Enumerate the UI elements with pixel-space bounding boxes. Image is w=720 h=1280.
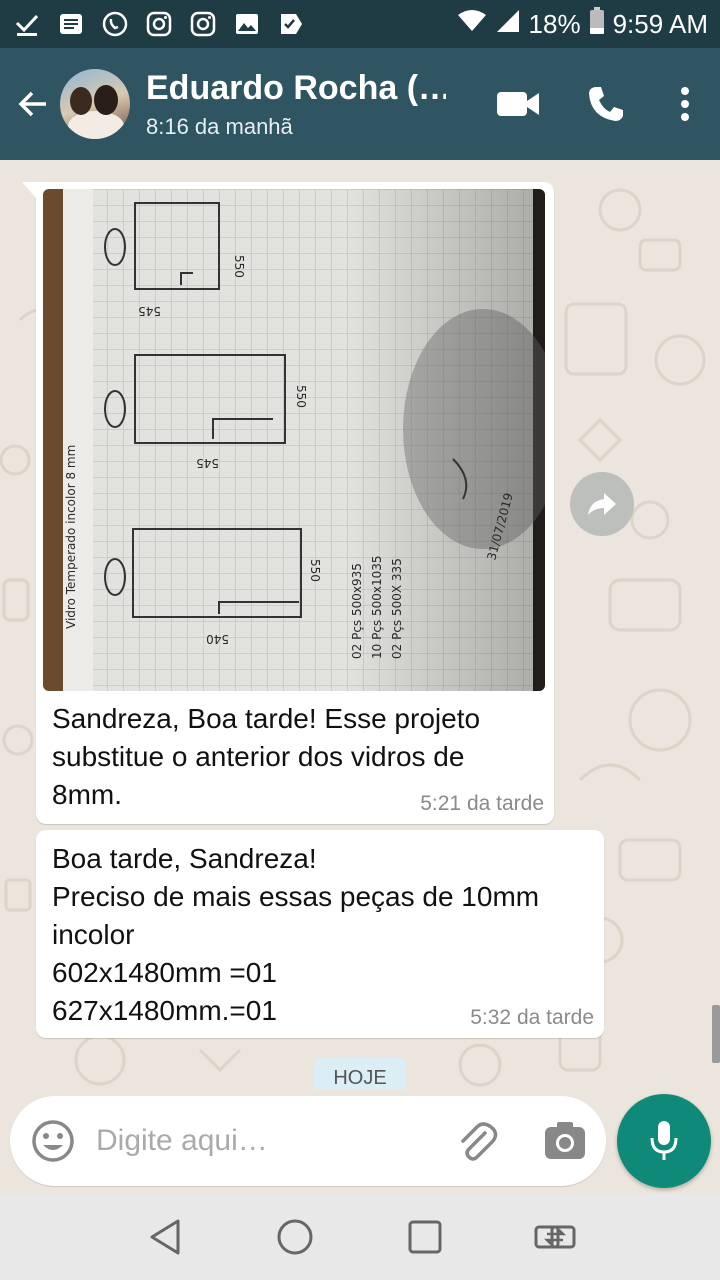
battery-level: 18%	[528, 8, 581, 39]
more-vertical-icon	[681, 87, 689, 121]
camera-button[interactable]	[540, 1116, 590, 1166]
svg-text:550: 550	[308, 559, 322, 582]
message-text: Boa tarde, Sandreza! Preciso de mais ess…	[52, 843, 540, 1026]
message-time: 5:32 da tarde	[470, 1006, 594, 1029]
emoji-button[interactable]	[28, 1116, 78, 1166]
dual-window-icon	[534, 1225, 576, 1249]
composer-box	[10, 1096, 606, 1186]
attach-button[interactable]	[452, 1116, 502, 1166]
wifi-icon	[457, 9, 487, 40]
last-seen: 8:16 da manhã	[146, 113, 293, 139]
phone-icon	[589, 87, 623, 121]
back-button[interactable]	[4, 69, 62, 139]
nav-back-button[interactable]	[135, 1207, 195, 1267]
status-bar: 18% 9:59 AM	[0, 0, 720, 48]
svg-text:Vidro Temperado incolor 8 mm: Vidro Temperado incolor 8 mm	[64, 445, 78, 629]
arrow-left-icon	[18, 91, 46, 117]
share-arrow-icon	[588, 493, 616, 515]
bubble-tail	[22, 182, 36, 198]
voice-message-button[interactable]	[617, 1094, 711, 1188]
chat-area[interactable]: Vidro Temperado incolor 8 mm 02 Pçs 500x…	[0, 160, 720, 1090]
chat-header: Eduardo Rocha (… 8:16 da manhã	[0, 48, 720, 160]
message-time: 5:21 da tarde	[420, 792, 544, 815]
message-composer	[0, 1090, 720, 1194]
video-call-button[interactable]	[474, 69, 562, 139]
nav-switch-button[interactable]	[525, 1207, 585, 1267]
message-input[interactable]	[96, 1116, 436, 1166]
instagram-icon	[144, 9, 174, 39]
download-done-icon	[12, 9, 42, 39]
technical-drawing-image: Vidro Temperado incolor 8 mm 02 Pçs 500x…	[43, 189, 545, 691]
avatar[interactable]	[60, 69, 130, 139]
svg-text:540: 540	[206, 632, 229, 646]
svg-text:550: 550	[232, 255, 246, 278]
message-bubble-text[interactable]: Boa tarde, Sandreza! Preciso de mais ess…	[36, 830, 604, 1038]
camera-icon	[545, 1122, 585, 1159]
svg-text:10 Pçs 500x1035: 10 Pçs 500x1035	[370, 555, 384, 659]
svg-text:545: 545	[138, 304, 161, 318]
battery-icon	[589, 6, 605, 42]
signal-icon	[495, 8, 521, 41]
video-camera-icon	[497, 92, 539, 116]
svg-text:02 Pçs 500x935: 02 Pçs 500x935	[350, 563, 364, 659]
forward-button[interactable]	[570, 472, 634, 536]
voice-call-button[interactable]	[562, 69, 650, 139]
paperclip-icon	[461, 1122, 498, 1161]
svg-text:545: 545	[196, 456, 219, 470]
svg-text:550: 550	[294, 385, 308, 408]
svg-text:02 Pçs 500X 335: 02 Pçs 500X 335	[390, 558, 404, 659]
more-options-button[interactable]	[650, 69, 720, 139]
notification-icons	[12, 9, 306, 39]
checklist-icon	[276, 9, 306, 39]
emoji-icon	[32, 1120, 74, 1162]
message-icon	[56, 9, 86, 39]
message-bubble-image[interactable]: Vidro Temperado incolor 8 mm 02 Pçs 500x…	[22, 182, 554, 824]
contact-name: Eduardo Rocha (…	[146, 68, 446, 107]
microphone-icon	[650, 1121, 678, 1160]
system-nav-bar	[0, 1194, 720, 1280]
scrollbar[interactable]	[712, 1005, 720, 1063]
nav-home-button[interactable]	[265, 1207, 325, 1267]
instagram-icon	[188, 9, 218, 39]
clock: 9:59 AM	[612, 8, 708, 39]
gallery-icon	[232, 9, 262, 39]
circle-home-icon	[277, 1219, 313, 1255]
message-photo[interactable]: Vidro Temperado incolor 8 mm 02 Pçs 500x…	[43, 189, 545, 691]
system-status: 18% 9:59 AM	[457, 6, 708, 42]
whatsapp-icon	[100, 9, 130, 39]
nav-recents-button[interactable]	[395, 1207, 455, 1267]
contact-info[interactable]: Eduardo Rocha (… 8:16 da manhã	[146, 69, 474, 140]
date-separator: HOJE	[314, 1058, 406, 1090]
square-recents-icon	[408, 1220, 442, 1254]
triangle-back-icon	[150, 1219, 180, 1255]
